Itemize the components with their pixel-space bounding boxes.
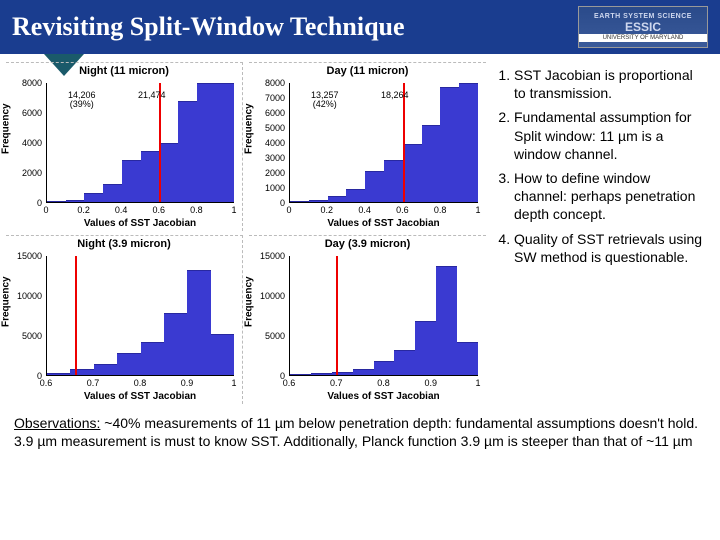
x-ticks: 0.60.70.80.91 [46, 378, 234, 388]
bar [103, 184, 122, 202]
bar [215, 83, 234, 202]
chart-annotation: 13,257 (42%) [311, 91, 339, 110]
bar [159, 143, 178, 203]
chart-annotation: 18,264 [381, 91, 409, 100]
penetration-line [75, 256, 77, 375]
bar [332, 372, 353, 375]
bar [187, 270, 210, 375]
bar [66, 200, 85, 202]
bar [290, 374, 311, 375]
bar [84, 193, 103, 202]
bar [117, 353, 140, 375]
notes-panel: SST Jacobian is proportional to transmis… [490, 62, 708, 404]
bar [94, 364, 117, 375]
chart-title: Day (11 micron) [251, 65, 484, 77]
y-ticks: 010002000300040005000600070008000 [251, 83, 287, 203]
chart: Day (3.9 micron) Frequency050001000015000… [249, 235, 486, 404]
bar [70, 369, 93, 375]
bar [122, 160, 141, 202]
penetration-line [403, 83, 405, 202]
chart: Night (11 micron) Frequency02000400060008… [6, 62, 243, 231]
penetration-line [336, 256, 338, 375]
axes [46, 256, 234, 376]
x-axis-label: Values of SST Jacobian [46, 218, 234, 229]
bar [353, 369, 374, 375]
y-ticks: 050001000015000 [251, 256, 287, 376]
chart-grid: Night (11 micron) Frequency02000400060008… [6, 62, 486, 404]
chart: Night (3.9 micron) Frequency0500010000150… [6, 235, 243, 404]
chart-title: Night (11 micron) [8, 65, 240, 77]
x-ticks: 00.20.40.60.81 [289, 205, 478, 215]
plot-area: Frequency0500010000150000.60.70.80.91Val… [8, 252, 240, 402]
chart-title: Night (3.9 micron) [8, 238, 240, 250]
bar [394, 350, 415, 375]
note-item: Fundamental assumption for Split window:… [514, 108, 706, 163]
plot-area: Frequency0500010000150000.60.70.80.91Val… [251, 252, 484, 402]
bar [47, 373, 70, 375]
plot-area: Frequency0100020003000400050006000700080… [251, 79, 484, 229]
observations-text: ~40% measurements of 11 µm below penetra… [14, 415, 698, 449]
bar [346, 189, 365, 202]
bar [384, 160, 403, 202]
observations-label: Observations: [14, 415, 100, 431]
bar [328, 196, 347, 202]
x-ticks: 0.60.70.80.91 [289, 378, 478, 388]
bar [422, 125, 441, 202]
x-axis-label: Values of SST Jacobian [289, 391, 478, 402]
bar [47, 201, 66, 202]
essic-logo: EARTH SYSTEM SCIENCE ESSIC UNIVERSITY OF… [578, 6, 708, 48]
y-ticks: 02000400060008000 [8, 83, 44, 203]
notes-list: SST Jacobian is proportional to transmis… [492, 66, 706, 266]
bar [459, 83, 478, 202]
bar [141, 342, 164, 375]
bar [197, 83, 216, 202]
bars [290, 256, 478, 375]
bar [365, 171, 384, 202]
penetration-line [159, 83, 161, 202]
page-title: Revisiting Split-Window Technique [12, 12, 405, 42]
bar [440, 87, 459, 202]
bar [403, 144, 422, 202]
note-item: Quality of SST retrievals using SW metho… [514, 230, 706, 266]
chart: Day (11 micron) Frequency0100020003000400… [249, 62, 486, 231]
title-bar: Revisiting Split-Window Technique EARTH … [0, 0, 720, 54]
plot-area: Frequency0200040006000800000.20.40.60.81… [8, 79, 240, 229]
observations: Observations: ~40% measurements of 11 µm… [0, 404, 720, 456]
content-area: Night (11 micron) Frequency02000400060008… [0, 54, 720, 404]
bar [311, 373, 332, 375]
bar [309, 200, 328, 202]
x-ticks: 00.20.40.60.81 [46, 205, 234, 215]
x-axis-label: Values of SST Jacobian [289, 218, 478, 229]
bar [290, 201, 309, 202]
x-axis-label: Values of SST Jacobian [46, 391, 234, 402]
note-item: How to define window channel: perhaps pe… [514, 169, 706, 224]
bar [415, 321, 436, 375]
y-ticks: 050001000015000 [8, 256, 44, 376]
chart-annotation: 21,474 [138, 91, 166, 100]
bar [436, 266, 457, 375]
bar [211, 334, 234, 375]
bar [178, 101, 197, 202]
bar [374, 361, 395, 375]
bar [141, 151, 160, 202]
bar [164, 313, 187, 375]
note-item: SST Jacobian is proportional to transmis… [514, 66, 706, 102]
axes [289, 256, 478, 376]
chart-annotation: 14,206 (39%) [68, 91, 96, 110]
bar [457, 342, 478, 375]
chart-title: Day (3.9 micron) [251, 238, 484, 250]
